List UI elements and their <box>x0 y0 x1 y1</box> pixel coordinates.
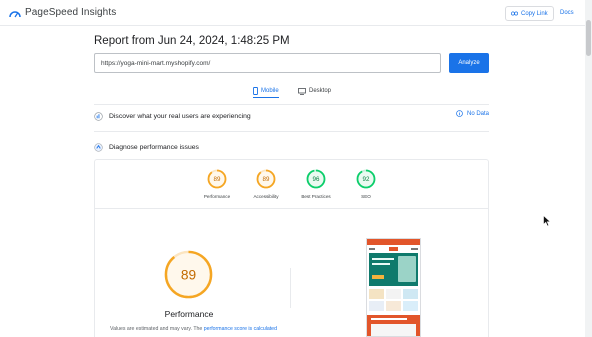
scrollbar-thumb[interactable] <box>586 20 591 56</box>
docs-link[interactable]: Docs <box>560 10 574 16</box>
vertical-divider <box>290 268 291 308</box>
discover-section-header: Discover what your real users are experi… <box>94 109 251 123</box>
analyze-button[interactable]: Analyze <box>449 53 489 73</box>
tab-desktop-label: Desktop <box>309 88 332 94</box>
tab-mobile-label: Mobile <box>261 87 279 94</box>
best-practices-score: 96 <box>313 176 320 183</box>
app-name: PageSpeed Insights <box>25 7 117 18</box>
accessibility-label: Accessibility <box>253 194 279 199</box>
no-data-label: No Data <box>467 110 490 117</box>
divider <box>94 131 489 132</box>
page-screenshot-thumbnail <box>366 238 421 337</box>
scores-panel <box>94 159 489 337</box>
pagespeed-logo-icon <box>9 10 21 17</box>
thumbnail-promo-card <box>371 324 416 336</box>
performance-big-gauge: 89 <box>164 250 213 299</box>
thumbnail-hero-text <box>372 263 390 265</box>
thumbnail-product-grid <box>369 289 418 311</box>
score-calculation-link[interactable]: performance score is calculated <box>204 326 277 332</box>
page-scrollbar[interactable] <box>585 0 592 337</box>
thumbnail-hero-text <box>372 258 394 260</box>
accessibility-score: 89 <box>263 176 270 183</box>
performance-title: Performance <box>164 309 214 319</box>
mouse-cursor-icon <box>543 215 551 227</box>
info-icon <box>456 110 463 117</box>
diagnose-icon <box>94 142 103 152</box>
link-icon <box>511 11 518 16</box>
estimate-note-text: Values are estimated and may vary. The <box>110 326 204 332</box>
performance-score: 89 <box>214 176 221 183</box>
copy-link-label: Copy Link <box>521 10 548 17</box>
divider <box>94 104 489 105</box>
brand[interactable]: PageSpeed Insights <box>9 7 116 18</box>
mobile-icon <box>253 86 258 95</box>
best-practices-gauge[interactable]: 96 <box>306 169 326 189</box>
copy-link-button[interactable]: Copy Link <box>505 6 554 21</box>
thumbnail-promo-text <box>371 318 407 320</box>
thumbnail-hero-button <box>372 275 384 279</box>
thumbnail-nav <box>369 247 418 251</box>
discover-title: Discover what your real users are experi… <box>109 112 251 120</box>
diagnose-section-header: Diagnose performance issues <box>94 140 199 154</box>
thumbnail-banner <box>367 239 420 245</box>
accessibility-gauge[interactable]: 89 <box>256 169 276 189</box>
report-title: Report from Jun 24, 2024, 1:48:25 PM <box>94 35 290 47</box>
performance-gauge[interactable]: 89 <box>207 169 227 189</box>
top-bar: PageSpeed Insights Copy Link Docs <box>0 0 592 26</box>
tab-mobile[interactable]: Mobile <box>253 84 279 98</box>
thumbnail-hero-image <box>398 256 416 282</box>
estimate-note: Values are estimated and may vary. The p… <box>110 326 277 332</box>
diagnose-title: Diagnose performance issues <box>109 143 199 151</box>
performance-big-score: 89 <box>181 267 196 282</box>
tab-desktop[interactable]: Desktop <box>298 84 331 98</box>
seo-score: 92 <box>363 176 370 183</box>
performance-label: Performance <box>203 194 231 199</box>
desktop-icon <box>298 87 306 95</box>
seo-gauge[interactable]: 92 <box>356 169 376 189</box>
panel-divider <box>94 208 489 209</box>
best-practices-label: Best Practices <box>301 194 331 199</box>
seo-label: SEO <box>361 194 371 199</box>
no-data-link[interactable]: No Data <box>456 110 489 117</box>
url-input[interactable]: https://yoga-mini-mart.myshopify.com/ <box>94 53 441 73</box>
users-chart-icon <box>94 111 103 121</box>
